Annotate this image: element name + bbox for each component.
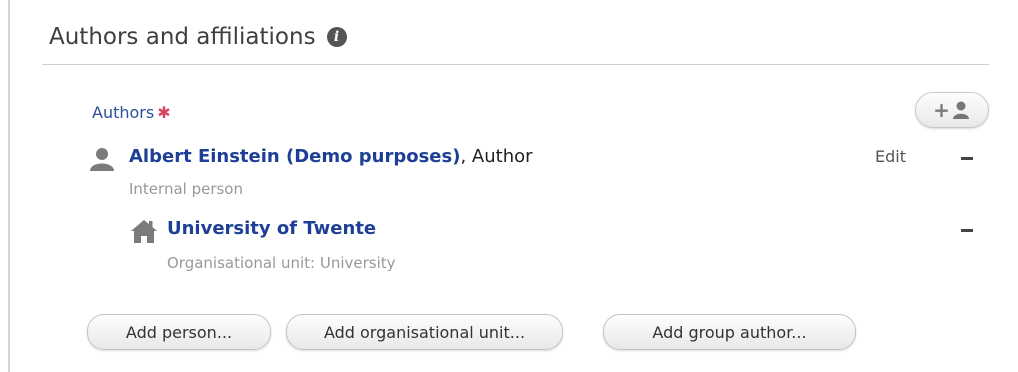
section-divider xyxy=(42,64,989,65)
author-name-link[interactable]: Albert Einstein (Demo purposes) xyxy=(129,146,460,167)
authors-label: Authors ✱ xyxy=(92,103,171,122)
left-border xyxy=(8,0,10,372)
add-author-icon-button[interactable]: + xyxy=(915,92,989,128)
affiliation-type: Organisational unit: University xyxy=(167,254,396,272)
remove-affiliation-button[interactable] xyxy=(959,222,975,238)
author-role: Author xyxy=(466,146,533,167)
section-title: Authors and affiliations i xyxy=(49,17,347,57)
affiliation-name-link[interactable]: University of Twente xyxy=(167,218,376,239)
authors-label-text: Authors xyxy=(92,103,155,122)
authors-affiliations-panel: Authors and affiliations i Authors ✱ + Al… xyxy=(0,0,1018,372)
info-icon[interactable]: i xyxy=(326,27,347,47)
add-person-icon xyxy=(952,101,969,119)
edit-author-link[interactable]: Edit xyxy=(875,147,906,166)
add-organisational-unit-button[interactable]: Add organisational unit... xyxy=(286,314,563,350)
author-type: Internal person xyxy=(129,180,243,198)
person-icon xyxy=(90,148,114,171)
add-person-button[interactable]: Add person... xyxy=(87,314,271,350)
section-title-text: Authors and affiliations xyxy=(49,24,316,50)
author-entry: Albert Einstein (Demo purposes), Author xyxy=(129,146,533,167)
remove-author-button[interactable] xyxy=(959,150,975,166)
plus-icon: + xyxy=(933,98,950,122)
home-icon xyxy=(131,220,157,243)
required-marker: ✱ xyxy=(157,103,171,122)
add-group-author-button[interactable]: Add group author... xyxy=(603,314,856,350)
